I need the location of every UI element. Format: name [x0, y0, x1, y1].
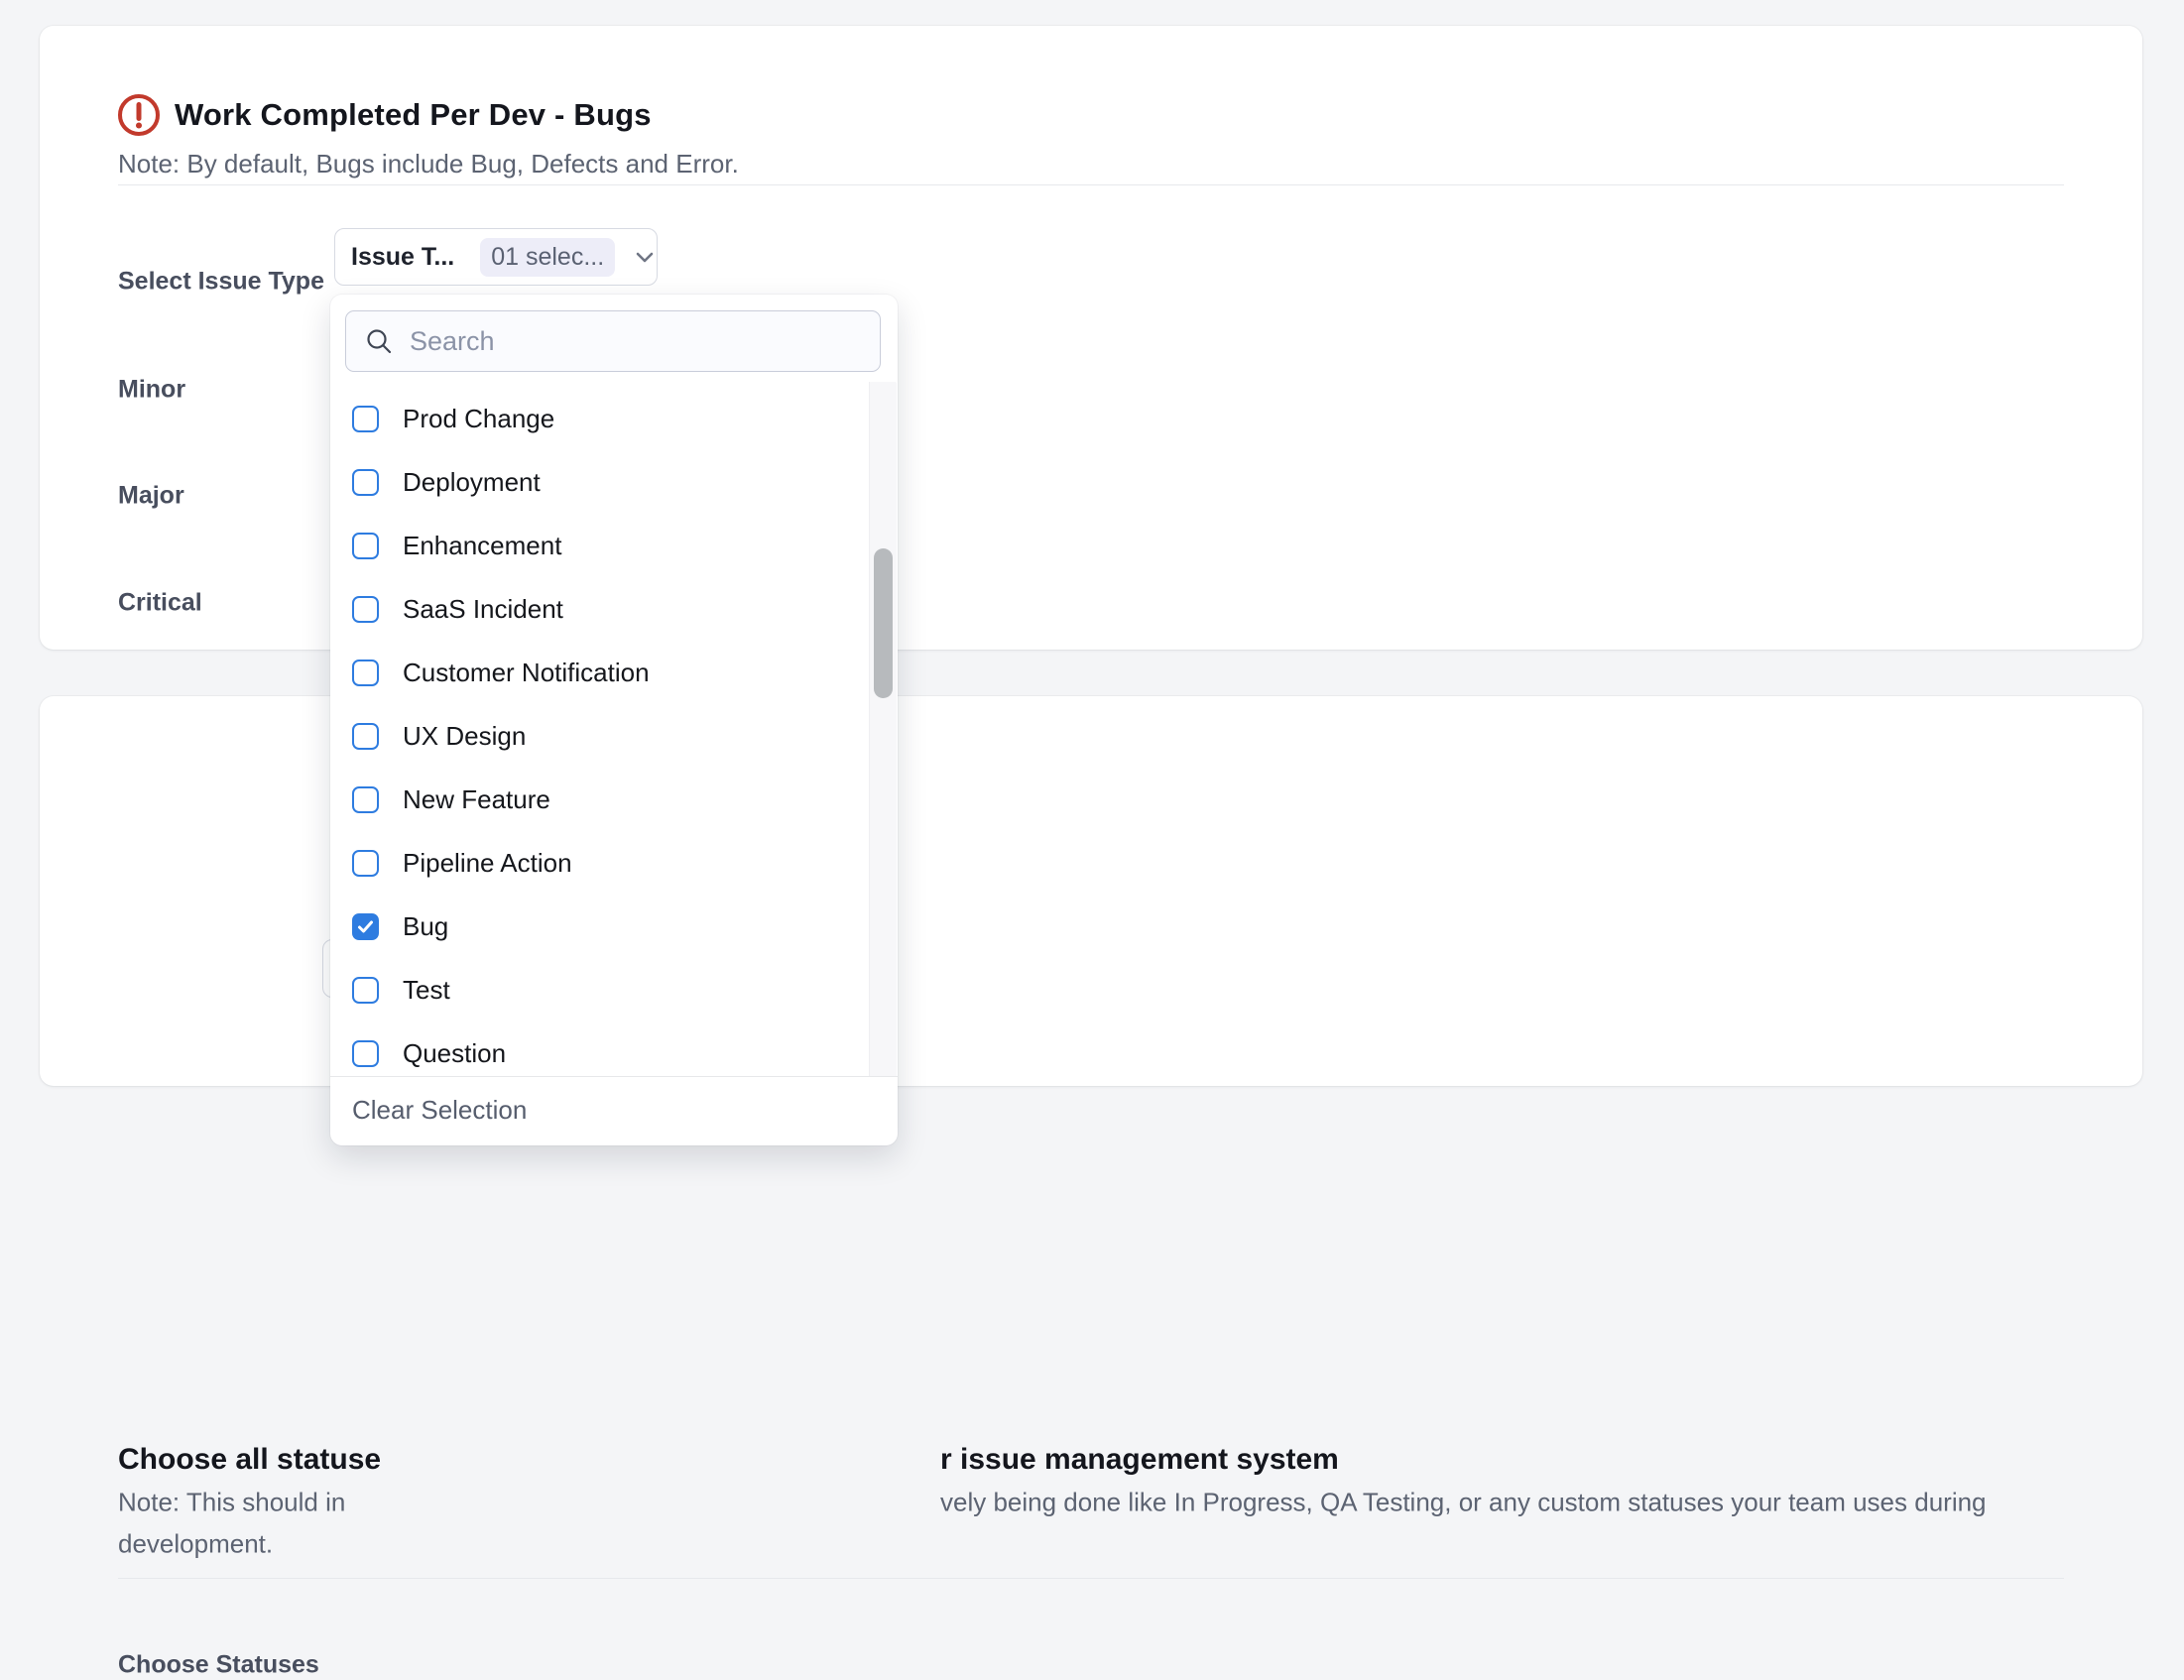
checkbox-icon[interactable]: [352, 469, 379, 496]
label-critical: Critical: [118, 589, 202, 618]
issue-type-option-list: Prod Change Deployment Enhancement SaaS …: [330, 382, 898, 1076]
dropdown-option-label: Bug: [403, 911, 448, 942]
dropdown-option-label: Test: [403, 975, 450, 1006]
checkbox-icon[interactable]: [352, 913, 379, 940]
label-minor: Minor: [118, 376, 185, 405]
card-note: Note: By default, Bugs include Bug, Defe…: [118, 149, 739, 180]
chevron-down-icon: [632, 244, 658, 270]
label-select-issue-type: Select Issue Type: [118, 268, 324, 297]
card-title-row: Work Completed Per Dev - Bugs: [117, 93, 652, 137]
dropdown-option[interactable]: SaaS Incident: [330, 577, 898, 641]
checkbox-icon[interactable]: [352, 786, 379, 813]
selected-count-badge: 01 selec...: [480, 238, 615, 277]
checkbox-icon[interactable]: [352, 723, 379, 750]
dropdown-option-label: Pipeline Action: [403, 848, 572, 879]
dropdown-option-label: UX Design: [403, 721, 526, 752]
dropdown-option[interactable]: Prod Change: [330, 387, 898, 450]
checkbox-icon[interactable]: [352, 977, 379, 1004]
card2-title-left: Choose all statuse: [118, 1443, 381, 1477]
divider: [118, 1578, 2064, 1579]
checkbox-icon[interactable]: [352, 660, 379, 686]
dropdown-option[interactable]: Question: [330, 1021, 898, 1076]
dropdown-option-label: Question: [403, 1038, 506, 1069]
card2-note-right: vely being done like In Progress, QA Tes…: [940, 1488, 1987, 1518]
dropdown-option[interactable]: UX Design: [330, 704, 898, 768]
checkbox-icon[interactable]: [352, 850, 379, 877]
page-title: Work Completed Per Dev - Bugs: [175, 97, 652, 133]
search-icon: [364, 326, 394, 356]
dropdown-option[interactable]: Pipeline Action: [330, 831, 898, 895]
dropdown-option[interactable]: Test: [330, 958, 898, 1021]
label-major: Major: [118, 482, 184, 511]
scrollbar-thumb[interactable]: [874, 548, 893, 698]
dropdown-option-label: SaaS Incident: [403, 594, 563, 625]
dropdown-option-label: Customer Notification: [403, 658, 650, 688]
clear-selection-button[interactable]: Clear Selection: [352, 1077, 527, 1142]
dropdown-option[interactable]: Enhancement: [330, 514, 898, 577]
scrollbar-track[interactable]: [869, 382, 897, 1076]
issue-type-trigger-button[interactable]: Issue T... 01 selec...: [334, 228, 658, 286]
trigger-label: Issue T...: [351, 243, 454, 272]
issue-type-dropdown-panel: Prod Change Deployment Enhancement SaaS …: [330, 295, 898, 1145]
checkbox-icon[interactable]: [352, 533, 379, 559]
card2-title-right: r issue management system: [940, 1443, 1339, 1477]
dropdown-option[interactable]: Bug: [330, 895, 898, 958]
dropdown-option-label: New Feature: [403, 784, 550, 815]
checkbox-icon[interactable]: [352, 406, 379, 432]
dropdown-option-label: Deployment: [403, 467, 541, 498]
checkbox-icon[interactable]: [352, 1040, 379, 1067]
card2-note-left: Note: This should in: [118, 1488, 345, 1518]
dropdown-option[interactable]: Customer Notification: [330, 641, 898, 704]
card2-note-line2: development.: [118, 1529, 273, 1560]
dropdown-option[interactable]: Deployment: [330, 450, 898, 514]
divider: [118, 184, 2064, 185]
label-choose-statuses: Choose Statuses: [118, 1651, 319, 1680]
circle-exclamation-icon: [117, 93, 161, 137]
search-input[interactable]: [410, 326, 862, 357]
dropdown-option-label: Enhancement: [403, 531, 561, 561]
dropdown-option[interactable]: New Feature: [330, 768, 898, 831]
dropdown-option-label: Prod Change: [403, 404, 554, 434]
checkbox-icon[interactable]: [352, 596, 379, 623]
search-box[interactable]: [345, 310, 881, 372]
